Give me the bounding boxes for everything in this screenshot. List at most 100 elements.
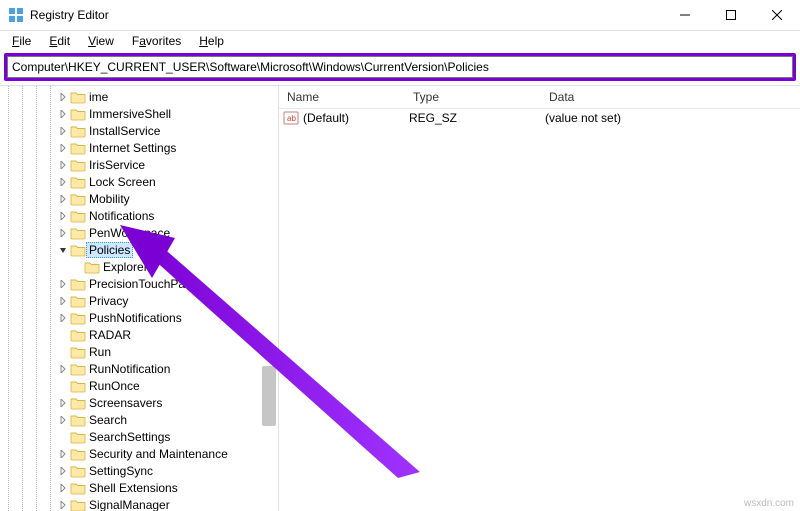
menubar: File Edit View Favorites Help (0, 31, 800, 51)
tree-item[interactable]: Shell Extensions (0, 479, 278, 496)
chevron-right-icon[interactable] (56, 124, 70, 138)
tree-item-label: Lock Screen (89, 175, 156, 189)
folder-icon (70, 226, 86, 240)
tree-item[interactable]: Search (0, 411, 278, 428)
menu-favorites[interactable]: Favorites (124, 33, 189, 49)
tree-item-label: ime (89, 90, 108, 104)
scrollbar-thumb[interactable] (262, 366, 276, 426)
chevron-right-icon[interactable] (56, 396, 70, 410)
tree-item-label: Internet Settings (89, 141, 176, 155)
tree-twisty-none (56, 379, 70, 393)
tree-item[interactable]: PrecisionTouchPad (0, 275, 278, 292)
tree-item[interactable]: Privacy (0, 292, 278, 309)
window-controls (662, 0, 800, 30)
chevron-right-icon[interactable] (56, 277, 70, 291)
folder-icon (70, 277, 86, 291)
tree-item[interactable]: IrisService (0, 156, 278, 173)
tree-item[interactable]: Mobility (0, 190, 278, 207)
folder-icon (70, 481, 86, 495)
tree-item[interactable]: ImmersiveShell (0, 105, 278, 122)
maximize-button[interactable] (708, 0, 754, 30)
tree-item[interactable]: Policies (0, 241, 278, 258)
tree-item-label: Shell Extensions (89, 481, 178, 495)
tree-item-label: Run (89, 345, 111, 359)
folder-icon (70, 209, 86, 223)
folder-icon (70, 294, 86, 308)
tree-item[interactable]: Security and Maintenance (0, 445, 278, 462)
chevron-right-icon[interactable] (56, 158, 70, 172)
chevron-right-icon[interactable] (56, 90, 70, 104)
folder-icon (70, 362, 86, 376)
chevron-right-icon[interactable] (56, 464, 70, 478)
menu-view[interactable]: View (80, 33, 122, 49)
column-header-type[interactable]: Type (405, 90, 541, 104)
folder-icon (70, 328, 86, 342)
string-value-icon: ab (283, 110, 299, 126)
folder-icon (70, 430, 86, 444)
tree-item[interactable]: Explorer (0, 258, 278, 275)
chevron-right-icon[interactable] (56, 294, 70, 308)
close-button[interactable] (754, 0, 800, 30)
tree-item-label: RunOnce (89, 379, 140, 393)
folder-icon (70, 498, 86, 511)
tree-item[interactable]: InstallService (0, 122, 278, 139)
tree-item[interactable]: Run (0, 343, 278, 360)
tree-item-label: RunNotification (89, 362, 170, 376)
menu-file[interactable]: File (4, 33, 39, 49)
tree-item[interactable]: Lock Screen (0, 173, 278, 190)
chevron-right-icon[interactable] (56, 192, 70, 206)
tree-item[interactable]: ime (0, 88, 278, 105)
tree-item-label: Mobility (89, 192, 130, 206)
tree-item[interactable]: Notifications (0, 207, 278, 224)
watermark: wsxdn.com (744, 498, 794, 509)
value-type: REG_SZ (401, 111, 537, 125)
folder-icon (70, 396, 86, 410)
tree-item[interactable]: Internet Settings (0, 139, 278, 156)
tree-item-label: Security and Maintenance (89, 447, 228, 461)
tree-item-label: PenWorkspace (89, 226, 170, 240)
folder-icon (84, 260, 100, 274)
chevron-right-icon[interactable] (56, 175, 70, 189)
tree-item-label: ImmersiveShell (89, 107, 171, 121)
chevron-right-icon[interactable] (56, 209, 70, 223)
tree-item-label: Explorer (103, 260, 148, 274)
chevron-right-icon[interactable] (56, 107, 70, 121)
chevron-right-icon[interactable] (56, 498, 70, 511)
list-row[interactable]: ab(Default)REG_SZ(value not set) (279, 109, 800, 127)
chevron-right-icon[interactable] (56, 141, 70, 155)
folder-icon (70, 124, 86, 138)
titlebar: Registry Editor (0, 0, 800, 31)
chevron-right-icon[interactable] (56, 447, 70, 461)
tree-item-label: RADAR (89, 328, 131, 342)
chevron-right-icon[interactable] (56, 226, 70, 240)
chevron-right-icon[interactable] (56, 481, 70, 495)
tree[interactable]: ime ImmersiveShellInstallService Internet … (0, 86, 278, 511)
tree-item[interactable]: RunOnce (0, 377, 278, 394)
folder-icon (70, 243, 86, 257)
folder-icon (70, 192, 86, 206)
chevron-right-icon[interactable] (56, 362, 70, 376)
tree-item[interactable]: PenWorkspace (0, 224, 278, 241)
menu-edit[interactable]: Edit (41, 33, 78, 49)
column-header-data[interactable]: Data (541, 90, 800, 104)
svg-text:ab: ab (287, 114, 296, 123)
tree-item[interactable]: SearchSettings (0, 428, 278, 445)
list-header: Name Type Data (279, 86, 800, 109)
column-header-name[interactable]: Name (279, 90, 405, 104)
tree-pane: ime ImmersiveShellInstallService Internet … (0, 86, 279, 511)
tree-twisty-none (56, 430, 70, 444)
menu-help[interactable]: Help (191, 33, 232, 49)
tree-item-label: Notifications (89, 209, 154, 223)
tree-item[interactable]: Screensavers (0, 394, 278, 411)
chevron-down-icon[interactable] (56, 243, 70, 257)
tree-item[interactable]: RunNotification (0, 360, 278, 377)
chevron-right-icon[interactable] (56, 413, 70, 427)
tree-item[interactable]: PushNotifications (0, 309, 278, 326)
tree-item[interactable]: SettingSync (0, 462, 278, 479)
minimize-button[interactable] (662, 0, 708, 30)
tree-item[interactable]: RADAR (0, 326, 278, 343)
chevron-right-icon[interactable] (56, 311, 70, 325)
tree-twisty-none (70, 260, 84, 274)
tree-item[interactable]: SignalManager (0, 496, 278, 511)
address-input[interactable]: Computer\HKEY_CURRENT_USER\Software\Micr… (7, 56, 793, 78)
